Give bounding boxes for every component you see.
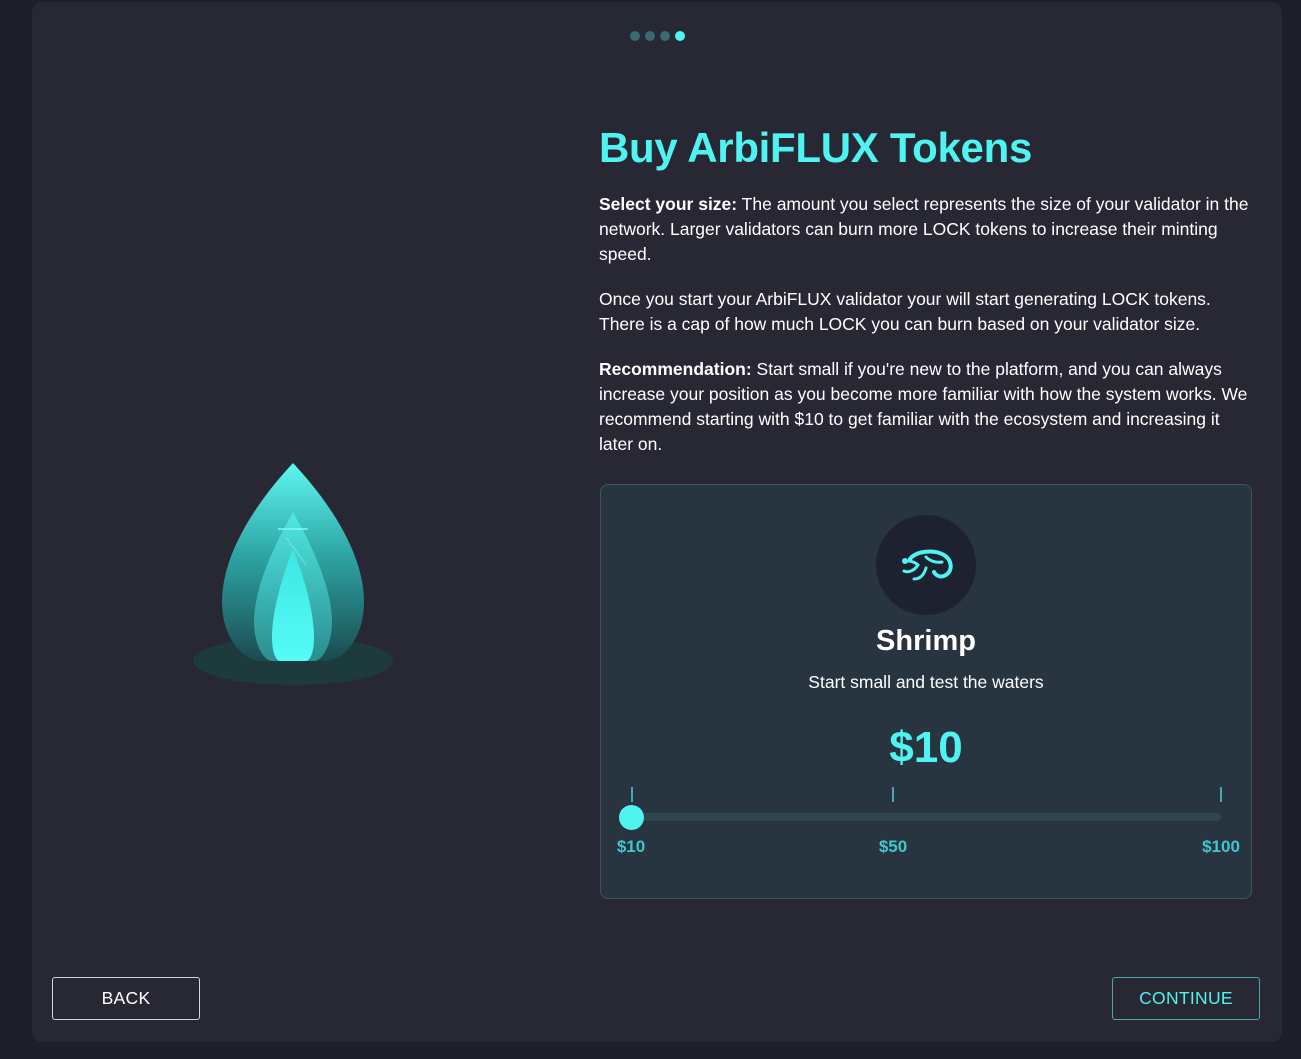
tier-price: $10 (889, 723, 963, 772)
slider-label-min: $10 (616, 837, 646, 856)
continue-button[interactable]: CONTINUE (1112, 977, 1260, 1020)
flame-illustration (192, 457, 394, 689)
tier-description: Start small and test the waters (808, 672, 1044, 692)
info-paragraph: Once you start your ArbiFLUX validator y… (599, 289, 1211, 334)
wizard-modal: Buy ArbiFLUX Tokens Select your size: Th… (32, 2, 1282, 1042)
step-dot-1 (630, 31, 640, 41)
page-title: Buy ArbiFLUX Tokens (599, 124, 1033, 171)
slider-tick-max (1220, 787, 1222, 802)
shrimp-icon (876, 515, 976, 615)
slider-tick-mid (892, 787, 894, 802)
slider-track[interactable] (631, 813, 1221, 821)
slider-thumb[interactable] (619, 805, 644, 830)
amount-slider[interactable]: $10 $50 $100 (617, 787, 1240, 856)
size-paragraph: Select your size: The amount you select … (599, 192, 1249, 267)
tier-name: Shrimp (876, 625, 976, 657)
size-label: Select your size: (599, 194, 738, 214)
step-dot-4-active (675, 31, 685, 41)
buy-tokens-content: Buy ArbiFLUX Tokens Select your size: Th… (599, 120, 1249, 457)
slider-label-max: $100 (1202, 837, 1240, 856)
step-dot-2 (645, 31, 655, 41)
slider-label-mid: $50 (878, 837, 908, 856)
step-indicator (630, 31, 685, 41)
back-button[interactable]: BACK (52, 977, 200, 1020)
recommendation-paragraph: Recommendation: Start small if you're ne… (599, 357, 1249, 457)
step-dot-3 (660, 31, 670, 41)
tier-card: Shrimp Start small and test the waters $… (600, 484, 1252, 899)
slider-tick-min (631, 787, 633, 802)
recommendation-label: Recommendation: (599, 359, 752, 379)
